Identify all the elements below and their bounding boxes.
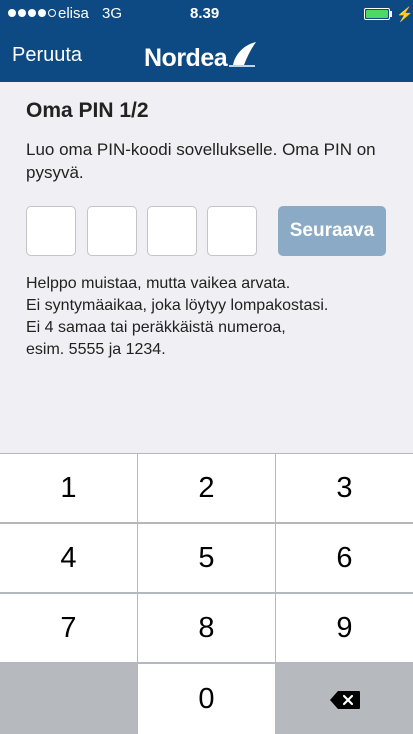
carrier-name: elisa	[58, 5, 89, 22]
pin-digit-2[interactable]	[87, 206, 137, 256]
battery-icon	[364, 8, 390, 20]
nordea-logo: Nordea	[144, 37, 257, 73]
charging-bolt-icon: ⚡	[396, 6, 413, 22]
backspace-icon	[329, 691, 360, 710]
blank-key	[0, 664, 137, 734]
pin-setup-panel: Oma PIN 1/2 Luo oma PIN-koodi sovellukse…	[0, 82, 413, 453]
key-6[interactable]: 6	[276, 524, 413, 592]
status-time: 8.39	[190, 5, 220, 22]
hint-line: Ei syntymäaikaa, joka löytyy lompakostas…	[26, 297, 329, 314]
delete-key[interactable]	[276, 664, 413, 734]
status-bar: elisa 3G 8.39 ⚡	[0, 0, 413, 28]
pin-digit-1[interactable]	[26, 206, 76, 256]
battery-tip	[390, 11, 392, 17]
network-type: 3G	[102, 5, 123, 22]
key-9[interactable]: 9	[276, 594, 413, 662]
page-title: Oma PIN 1/2	[26, 99, 149, 122]
key-2[interactable]: 2	[138, 454, 275, 522]
pin-digit-4[interactable]	[207, 206, 257, 256]
hint-line: esim. 5555 ja 1234.	[26, 341, 166, 358]
next-button[interactable]: Seuraava	[278, 206, 386, 256]
logo-text: Nordea	[144, 44, 228, 72]
key-1[interactable]: 1	[0, 454, 137, 522]
sail-logo-icon	[229, 42, 257, 67]
key-7[interactable]: 7	[0, 594, 137, 662]
cancel-button[interactable]: Peruuta	[12, 44, 82, 67]
numeric-keypad: 1 2 3 4 5 6 7 8 9 0	[0, 453, 413, 734]
signal-strength-icon	[8, 9, 56, 17]
key-0[interactable]: 0	[138, 664, 275, 734]
key-4[interactable]: 4	[0, 524, 137, 592]
key-5[interactable]: 5	[138, 524, 275, 592]
pin-digit-3[interactable]	[147, 206, 197, 256]
hint-line: Ei 4 samaa tai peräkkäistä numeroa,	[26, 319, 286, 336]
pin-hints: Helppo muistaa, mutta vaikea arvata. Ei …	[26, 273, 328, 361]
key-8[interactable]: 8	[138, 594, 275, 662]
key-3[interactable]: 3	[276, 454, 413, 522]
hint-line: Helppo muistaa, mutta vaikea arvata.	[26, 275, 291, 292]
intro-text: Luo oma PIN-koodi sovellukselle. Oma PIN…	[26, 140, 376, 182]
top-bar: elisa 3G 8.39 ⚡ Peruuta Nordea	[0, 0, 413, 82]
